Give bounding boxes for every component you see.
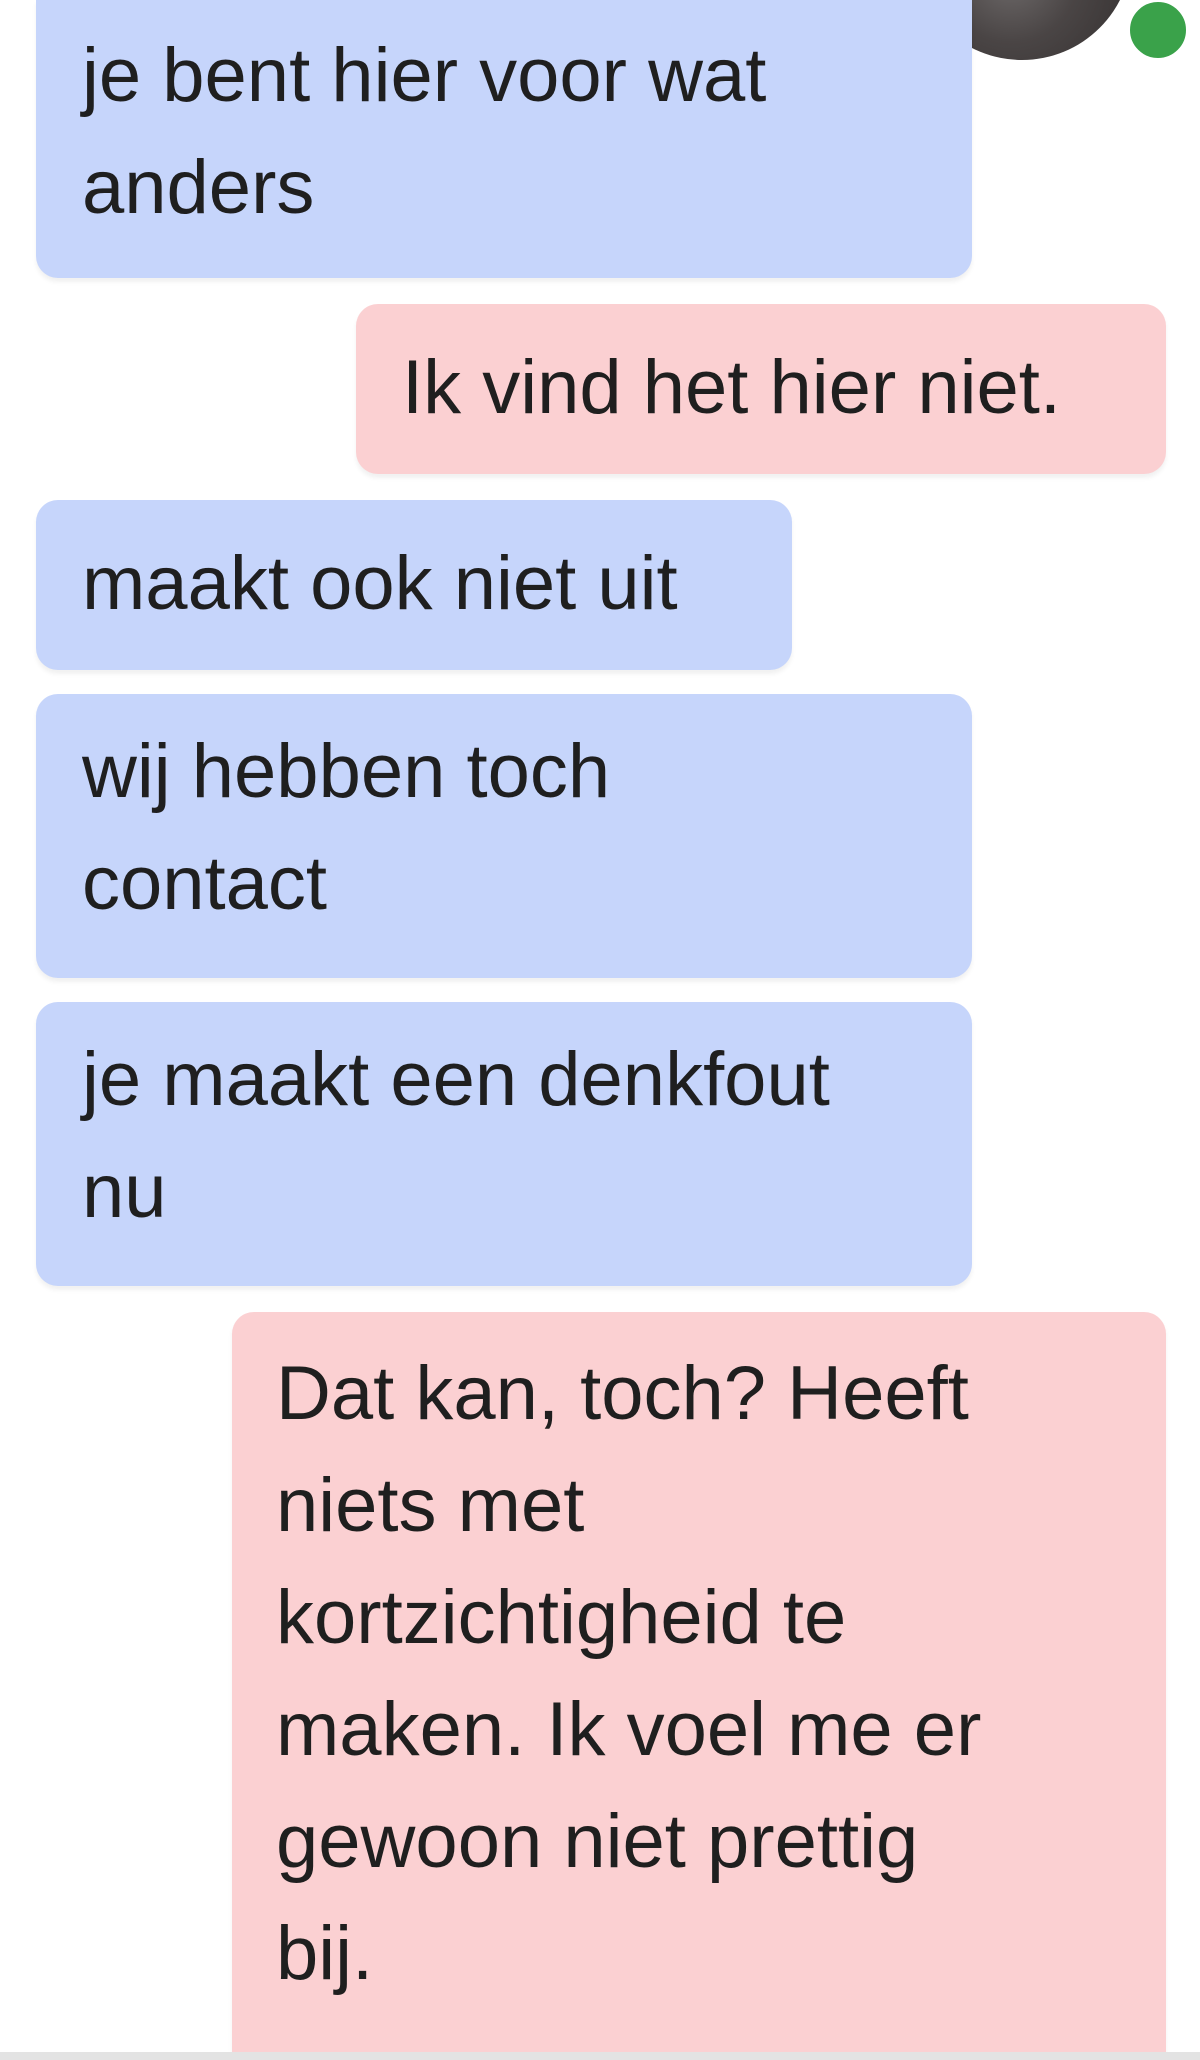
chat-window: je bent hier voor wat anders Ik vind het…: [0, 0, 1200, 2060]
message-bubble-incoming[interactable]: je bent hier voor wat anders: [36, 0, 972, 278]
message-bubble-incoming[interactable]: wij hebben toch contact: [36, 694, 972, 978]
message-bubble-outgoing[interactable]: Dat kan, toch? Heeft niets met kortzicht…: [232, 1312, 1166, 2060]
message-bubble-incoming[interactable]: maakt ook niet uit: [36, 500, 792, 670]
message-bubble-outgoing[interactable]: Ik vind het hier niet.: [356, 304, 1166, 474]
bottom-divider: [0, 2052, 1200, 2060]
message-bubble-incoming[interactable]: je maakt een denkfout nu: [36, 1002, 972, 1286]
online-status-icon: [1124, 0, 1192, 64]
